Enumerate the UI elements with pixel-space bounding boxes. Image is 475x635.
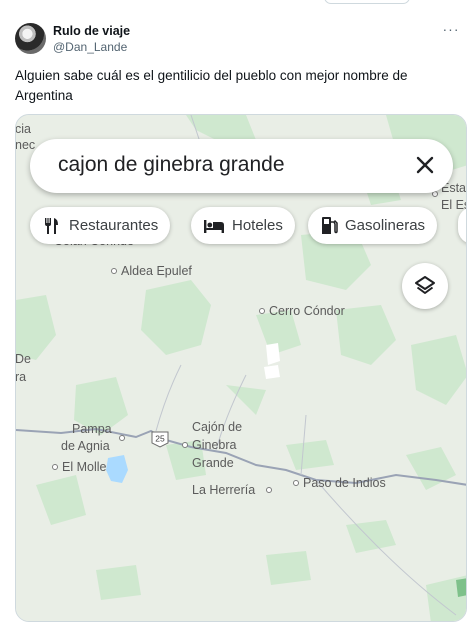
- place-label-el-molle[interactable]: El Molle: [62, 459, 106, 475]
- user-handle[interactable]: @Dan_Lande: [53, 40, 127, 54]
- route-number: 25: [155, 434, 165, 444]
- place-label-pampa-de-agnia[interactable]: Pampa: [72, 421, 112, 437]
- place-label-cajon-de-ginebra-grande[interactable]: Cajón de: [192, 419, 242, 435]
- layers-icon: [415, 276, 435, 294]
- place-label-cajon-de-ginebra-grande[interactable]: Grande: [192, 455, 234, 471]
- display-name[interactable]: Rulo de viaje: [53, 24, 130, 38]
- place-marker[interactable]: [266, 487, 272, 493]
- place-label-pampa-de-agnia[interactable]: de Agnia: [61, 438, 110, 454]
- place-marker[interactable]: [182, 442, 188, 448]
- map-layers-button[interactable]: [402, 263, 448, 309]
- place-label-cut: cia: [15, 122, 31, 136]
- place-marker[interactable]: [52, 464, 58, 470]
- more-options-icon[interactable]: ···: [441, 22, 461, 38]
- place-label-la-herreria[interactable]: La Herrería: [192, 482, 255, 498]
- tweet-text: Alguien sabe cuál es el gentilicio del p…: [15, 68, 408, 103]
- tweet-media-map[interactable]: cia nec De ra Esta El Es Colán Conhué Al…: [15, 114, 467, 622]
- follow-button-stub[interactable]: [324, 0, 410, 4]
- route-shield-icon: 25: [151, 431, 169, 448]
- place-marker[interactable]: [293, 480, 299, 486]
- gas-pump-icon: [322, 216, 338, 234]
- chip-hoteles[interactable]: Hoteles: [191, 207, 295, 244]
- place-label-cut: nec: [15, 138, 36, 152]
- chip-label: Restaurantes: [69, 217, 159, 234]
- place-label-cerro-condor[interactable]: Cerro Cóndor: [269, 303, 345, 319]
- close-icon[interactable]: [413, 153, 437, 177]
- place-label-cut: ra: [15, 370, 27, 384]
- place-label-paso-de-indios[interactable]: Paso de Indios: [303, 475, 386, 491]
- avatar[interactable]: [15, 23, 46, 54]
- place-label-aldea-epulef[interactable]: Aldea Epulef: [121, 263, 192, 279]
- place-label-cajon-de-ginebra-grande[interactable]: Ginebra: [192, 437, 236, 453]
- place-marker[interactable]: [259, 308, 265, 314]
- place-marker[interactable]: [111, 268, 117, 274]
- search-input[interactable]: cajon de ginebra grande: [58, 153, 285, 177]
- chip-gasolineras[interactable]: Gasolineras: [308, 207, 438, 244]
- place-label-cut: De: [15, 352, 31, 366]
- bed-icon: [204, 219, 224, 233]
- fork-knife-icon: [45, 217, 58, 234]
- map-search-bar[interactable]: cajon de ginebra grande: [30, 139, 453, 193]
- chip-restaurantes[interactable]: Restaurantes: [30, 207, 171, 244]
- tweet-header: Rulo de viaje @Dan_Lande ···: [15, 22, 465, 58]
- chip-label: Hoteles: [232, 217, 283, 234]
- place-marker[interactable]: [119, 435, 125, 441]
- chip-label: Gasolineras: [345, 217, 426, 234]
